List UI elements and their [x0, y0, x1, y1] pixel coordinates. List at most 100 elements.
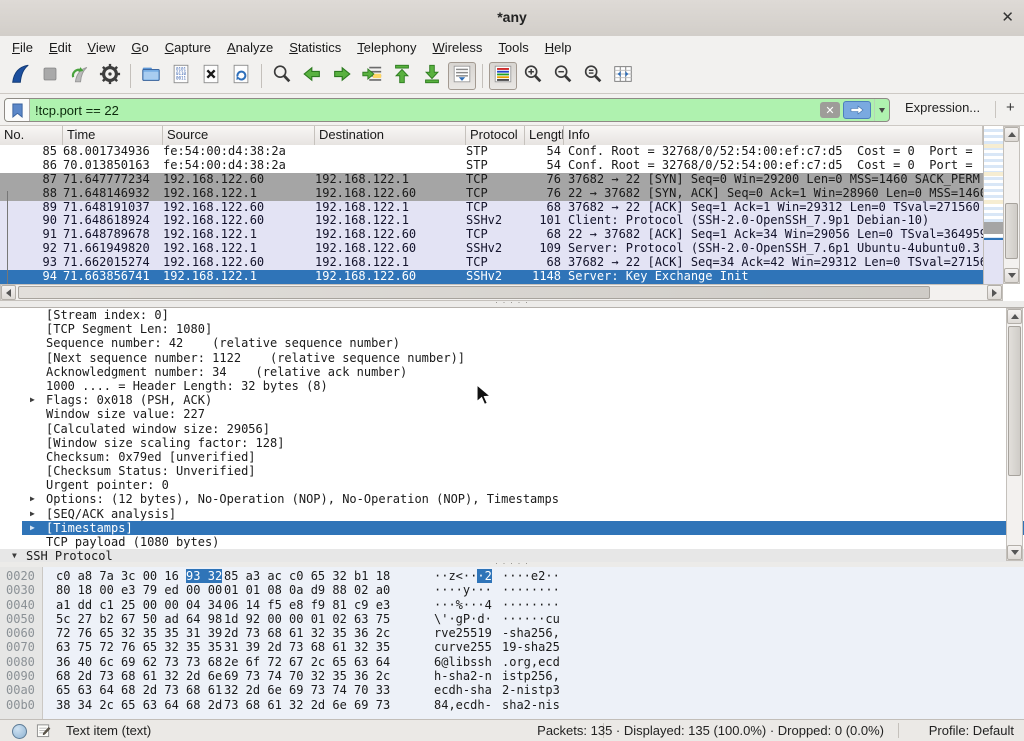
- packet-row[interactable]: 9271.661949820192.168.122.1192.168.122.6…: [0, 242, 983, 256]
- zoom-100-button[interactable]: [579, 62, 607, 90]
- open-capture-file-button[interactable]: [137, 62, 165, 90]
- detail-row[interactable]: [Calculated window size: 29056]: [0, 422, 1024, 436]
- status-profile[interactable]: Profile: Default: [929, 723, 1014, 738]
- zoom-out-button[interactable]: [549, 62, 577, 90]
- titlebar[interactable]: *any ✕: [0, 0, 1024, 37]
- packet-bytes-pane[interactable]: 0020c0 a8 7a 3c 00 16 93 3285 a3 ac c0 6…: [0, 567, 1024, 720]
- scroll-right-button[interactable]: [987, 285, 1002, 300]
- bookmark-icon[interactable]: [5, 99, 30, 121]
- detail-row[interactable]: [TCP Segment Len: 1080]: [0, 322, 1024, 336]
- filter-dropdown-caret[interactable]: [874, 99, 889, 121]
- menu-statistics[interactable]: Statistics: [281, 38, 349, 57]
- menu-file[interactable]: File: [4, 38, 41, 57]
- detail-row[interactable]: [Next sequence number: 1122 (relative se…: [0, 351, 1024, 365]
- detail-row[interactable]: ▶[SEQ/ACK analysis]: [0, 507, 1024, 521]
- detail-row[interactable]: Window size value: 227: [0, 407, 1024, 421]
- column-header-time[interactable]: Time: [63, 126, 163, 145]
- stop-capture-button[interactable]: [36, 62, 64, 90]
- packet-row[interactable]: 8871.648146932192.168.122.1192.168.122.6…: [0, 187, 983, 201]
- hex-row[interactable]: 0040a1 dd c1 25 00 00 04 3406 14 f5 e8 f…: [0, 598, 1024, 612]
- menu-tools[interactable]: Tools: [490, 38, 536, 57]
- detail-row[interactable]: [Stream index: 0]: [0, 308, 1024, 322]
- scroll-up-button[interactable]: [1007, 309, 1022, 324]
- reload-capture-file-button[interactable]: [227, 62, 255, 90]
- menu-capture[interactable]: Capture: [157, 38, 219, 57]
- restart-capture-button[interactable]: [66, 62, 94, 90]
- apply-filter-button[interactable]: [843, 101, 871, 119]
- expert-info-icon[interactable]: [12, 724, 27, 739]
- detail-row[interactable]: Urgent pointer: 0: [0, 478, 1024, 492]
- hex-row[interactable]: 00b038 34 2c 65 63 64 68 2d73 68 61 32 2…: [0, 698, 1024, 712]
- scroll-thumb[interactable]: [1008, 326, 1021, 476]
- scroll-down-button[interactable]: [1007, 545, 1022, 560]
- packet-list-minimap[interactable]: [983, 126, 1003, 284]
- packet-details-pane[interactable]: [Stream index: 0][TCP Segment Len: 1080]…: [0, 307, 1024, 564]
- expand-arrow-icon[interactable]: ▶: [30, 393, 35, 407]
- clear-filter-button[interactable]: ✕: [820, 102, 840, 118]
- detail-row[interactable]: ▶Options: (12 bytes), No-Operation (NOP)…: [0, 492, 1024, 506]
- hex-row[interactable]: 009068 2d 73 68 61 32 2d 6e69 73 74 70 3…: [0, 669, 1024, 683]
- detail-row[interactable]: ▶Flags: 0x018 (PSH, ACK): [0, 393, 1024, 407]
- scroll-down-button[interactable]: [1004, 268, 1019, 283]
- column-header-no[interactable]: No.: [0, 126, 63, 145]
- minimap-viewport[interactable]: [984, 238, 1003, 284]
- go-forward-button[interactable]: [328, 62, 356, 90]
- column-header-info[interactable]: Info: [564, 126, 983, 145]
- add-filter-button[interactable]: +: [1006, 99, 1015, 116]
- packet-list-vscrollbar[interactable]: [1003, 126, 1020, 284]
- packet-row[interactable]: 9471.663856741192.168.122.1192.168.122.6…: [0, 270, 983, 284]
- hex-row[interactable]: 007063 75 72 76 65 32 35 3531 39 2d 73 6…: [0, 640, 1024, 654]
- menu-edit[interactable]: Edit: [41, 38, 79, 57]
- packet-row[interactable]: 8568.001734936fe:54:00:d4:38:2aSTP54Conf…: [0, 145, 983, 159]
- close-button[interactable]: ✕: [1001, 8, 1014, 26]
- auto-scroll-button[interactable]: [448, 62, 476, 90]
- detail-row[interactable]: [Checksum Status: Unverified]: [0, 464, 1024, 478]
- detail-row[interactable]: Checksum: 0x79ed [unverified]: [0, 450, 1024, 464]
- menu-view[interactable]: View: [79, 38, 123, 57]
- scroll-thumb[interactable]: [1005, 203, 1018, 259]
- hex-row[interactable]: 008036 40 6c 69 62 73 73 682e 6f 72 67 2…: [0, 655, 1024, 669]
- capture-options-button[interactable]: [96, 62, 124, 90]
- details-vscrollbar[interactable]: [1006, 308, 1023, 561]
- find-packet-button[interactable]: [268, 62, 296, 90]
- menu-help[interactable]: Help: [537, 38, 580, 57]
- expand-arrow-icon[interactable]: ▶: [30, 521, 35, 535]
- capture-comment-icon[interactable]: [36, 723, 51, 741]
- packet-row[interactable]: 8771.647777234192.168.122.60192.168.122.…: [0, 173, 983, 187]
- column-header-source[interactable]: Source: [163, 126, 315, 145]
- hex-row[interactable]: 00a065 63 64 68 2d 73 68 6132 2d 6e 69 7…: [0, 683, 1024, 697]
- detail-row[interactable]: 1000 .... = Header Length: 32 bytes (8): [0, 379, 1024, 393]
- detail-row[interactable]: Acknowledgment number: 34 (relative ack …: [0, 365, 1024, 379]
- scroll-thumb[interactable]: [18, 286, 930, 299]
- start-capture-button[interactable]: [6, 62, 34, 90]
- menu-go[interactable]: Go: [123, 38, 156, 57]
- scroll-up-button[interactable]: [1004, 127, 1019, 142]
- go-back-button[interactable]: [298, 62, 326, 90]
- scroll-left-button[interactable]: [1, 285, 16, 300]
- expand-arrow-icon[interactable]: ▶: [30, 507, 35, 521]
- packet-row[interactable]: 8670.013850163fe:54:00:d4:38:2aSTP54Conf…: [0, 159, 983, 173]
- go-to-packet-button[interactable]: [358, 62, 386, 90]
- detail-row[interactable]: TCP payload (1080 bytes): [0, 535, 1024, 549]
- packet-row[interactable]: 9071.648618924192.168.122.60192.168.122.…: [0, 214, 983, 228]
- column-header-destination[interactable]: Destination: [315, 126, 466, 145]
- detail-row[interactable]: ▶[Timestamps]: [0, 521, 1024, 535]
- packet-row[interactable]: 9171.648789678192.168.122.1192.168.122.6…: [0, 228, 983, 242]
- close-capture-file-button[interactable]: [197, 62, 225, 90]
- menu-analyze[interactable]: Analyze: [219, 38, 281, 57]
- packet-row[interactable]: 9371.662015274192.168.122.60192.168.122.…: [0, 256, 983, 270]
- save-capture-file-button[interactable]: 010101100011: [167, 62, 195, 90]
- detail-row[interactable]: [Window size scaling factor: 128]: [0, 436, 1024, 450]
- zoom-in-button[interactable]: [519, 62, 547, 90]
- expand-arrow-icon[interactable]: ▶: [30, 492, 35, 506]
- column-header-protocol[interactable]: Protocol: [466, 126, 525, 145]
- hex-row[interactable]: 006072 76 65 32 35 35 31 392d 73 68 61 3…: [0, 626, 1024, 640]
- go-to-top-button[interactable]: [388, 62, 416, 90]
- menu-telephony[interactable]: Telephony: [349, 38, 424, 57]
- go-to-bottom-button[interactable]: [418, 62, 446, 90]
- display-filter-input[interactable]: !tcp.port == 22 ✕: [4, 98, 890, 122]
- hex-row[interactable]: 00505c 27 b2 67 50 ad 64 981d 92 00 00 0…: [0, 612, 1024, 626]
- resize-columns-button[interactable]: [609, 62, 637, 90]
- hex-row[interactable]: 0020c0 a8 7a 3c 00 16 93 3285 a3 ac c0 6…: [0, 569, 1024, 583]
- detail-row[interactable]: Sequence number: 42 (relative sequence n…: [0, 336, 1024, 350]
